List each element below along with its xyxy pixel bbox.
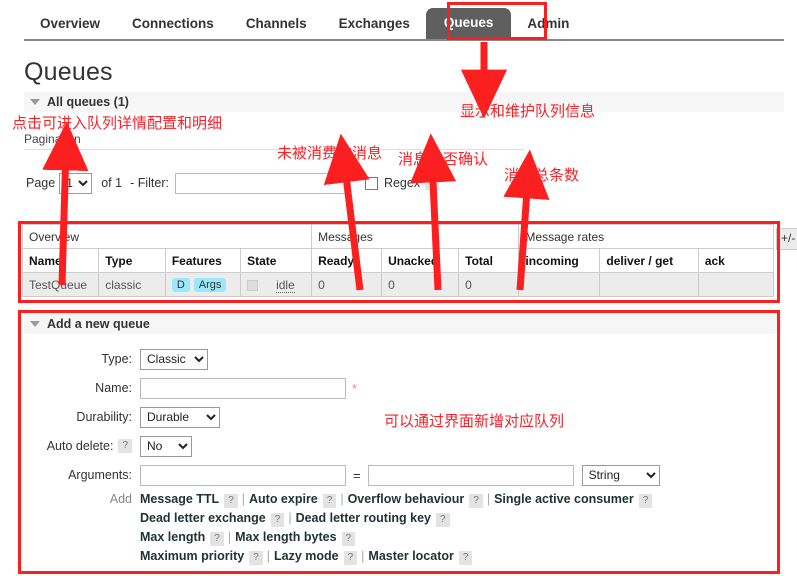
note-total: 消息总条数 xyxy=(504,166,580,184)
all-queues-label: All queues (1) xyxy=(47,95,129,109)
note-unconsumed: 未被消费的消息 xyxy=(277,144,383,162)
page-word-label: Page xyxy=(26,176,56,190)
highlight-box-add-queue xyxy=(18,310,780,574)
note-add-queue: 可以通过界面新增对应队列 xyxy=(384,412,565,430)
regex-checkbox[interactable] xyxy=(364,176,378,190)
pagination-label: Pagination xyxy=(24,132,81,146)
top-navigation: Overview Connections Channels Exchanges … xyxy=(0,0,797,41)
highlight-box-queues-tab xyxy=(447,2,547,40)
tab-overview[interactable]: Overview xyxy=(24,10,116,40)
nav-divider xyxy=(24,39,784,41)
filter-input[interactable] xyxy=(174,172,351,194)
tab-connections[interactable]: Connections xyxy=(116,10,230,40)
note-ack: 消息是否确认 xyxy=(398,150,489,168)
pagination-controls: Page 1 of 1 - Filter: Regex ? xyxy=(26,171,439,195)
collapse-caret-icon[interactable] xyxy=(30,99,40,105)
tab-exchanges[interactable]: Exchanges xyxy=(323,10,426,40)
note-queues-tab: 显示和维护队列信息 xyxy=(460,102,596,120)
rabbitmq-queues-page: Overview Connections Channels Exchanges … xyxy=(0,0,797,576)
note-queue-detail: 点击可进入队列详情配置和明细 xyxy=(12,114,223,132)
regex-help-icon[interactable]: ? xyxy=(425,176,439,190)
page-of-label: of 1 xyxy=(101,176,123,190)
filter-label: - Filter: xyxy=(130,176,169,190)
highlight-box-queues-table xyxy=(18,221,780,303)
page-title: Queues xyxy=(24,58,113,86)
regex-label: Regex xyxy=(383,176,421,190)
all-queues-section-header[interactable]: All queues (1) xyxy=(24,92,784,112)
page-select[interactable]: 1 xyxy=(59,172,93,194)
tab-channels[interactable]: Channels xyxy=(230,10,323,40)
